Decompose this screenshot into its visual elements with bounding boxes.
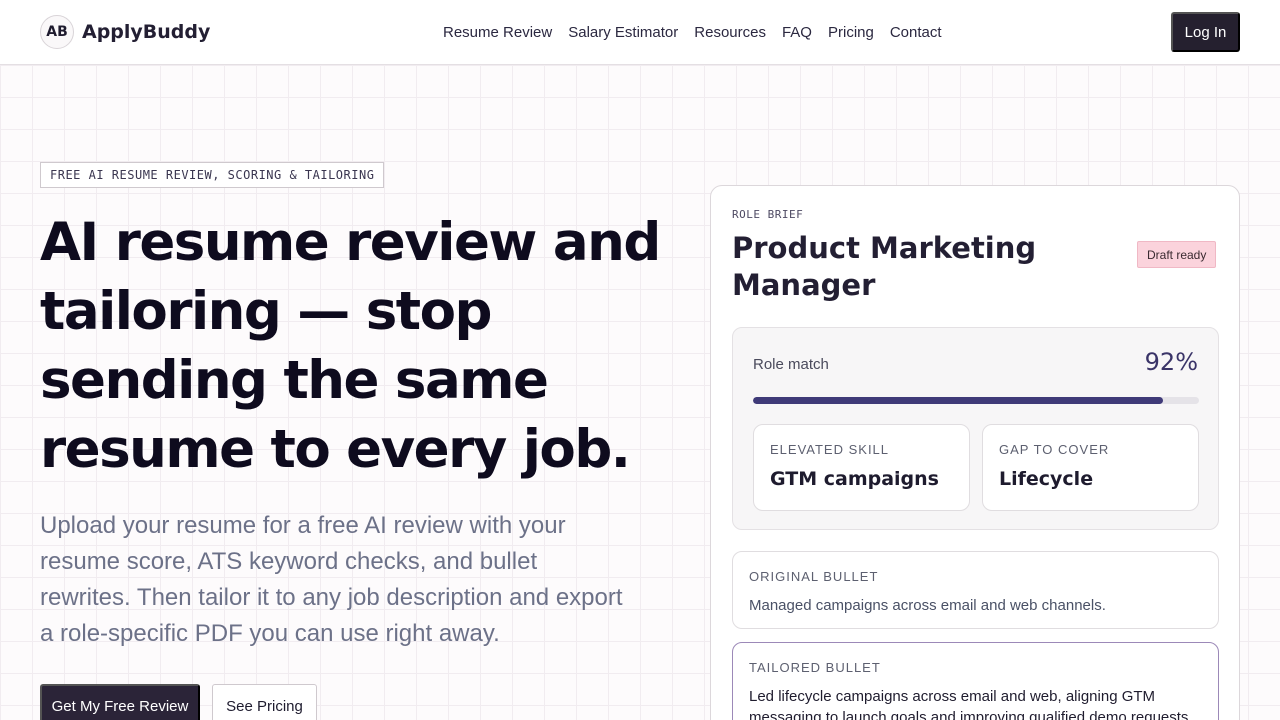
nav-link-faq[interactable]: FAQ	[782, 24, 812, 41]
hero-title: AI resume review and tailoring — stop se…	[40, 212, 661, 480]
gap-to-cover-label: GAP TO COVER	[999, 442, 1110, 457]
get-free-review-button[interactable]: Get My Free Review	[40, 684, 200, 720]
role-brief-label: ROLE BRIEF	[732, 208, 804, 221]
elevated-skill-value: GTM campaigns	[770, 468, 939, 490]
see-pricing-button[interactable]: See Pricing	[212, 684, 317, 720]
nav-link-salary-estimator[interactable]: Salary Estimator	[568, 24, 678, 41]
role-match-progress-fill	[753, 397, 1164, 404]
role-brief-card: ROLE BRIEF Product Marketing Manager Dra…	[710, 185, 1240, 720]
gap-to-cover-box: GAP TO COVER Lifecycle	[982, 424, 1199, 511]
tailored-bullet-text: Led lifecycle campaigns across email and…	[749, 688, 1189, 720]
original-bullet-text: Managed campaigns across email and web c…	[749, 597, 1106, 614]
top-navbar: AB ApplyBuddy Resume Review Salary Estim…	[0, 0, 1280, 65]
nav-link-contact[interactable]: Contact	[890, 24, 942, 41]
original-bullet-label: ORIGINAL BULLET	[749, 569, 879, 584]
hero-subtitle: Upload your resume for a free AI review …	[40, 512, 623, 647]
gap-to-cover-value: Lifecycle	[999, 468, 1094, 490]
nav-link-pricing[interactable]: Pricing	[828, 24, 874, 41]
brand-name: ApplyBuddy	[82, 21, 211, 43]
hero-eyebrow-tag: FREE AI RESUME REVIEW, SCORING & TAILORI…	[40, 162, 385, 188]
role-match-value: 92%	[1144, 348, 1198, 376]
elevated-skill-box: ELEVATED SKILL GTM campaigns	[753, 424, 970, 511]
role-match-progress	[753, 397, 1199, 404]
tailored-bullet-box: TAILORED BULLET Led lifecycle campaigns …	[732, 642, 1219, 720]
original-bullet-box: ORIGINAL BULLET Managed campaigns across…	[732, 551, 1219, 629]
role-match-label: Role match	[753, 356, 829, 373]
role-title: Product Marketing Manager	[732, 231, 1037, 302]
brand-mark-icon: AB	[40, 15, 74, 49]
nav-link-resume-review[interactable]: Resume Review	[443, 24, 552, 41]
login-button[interactable]: Log In	[1171, 12, 1240, 52]
tailored-bullet-label: TAILORED BULLET	[749, 660, 881, 675]
role-match-panel: Role match 92% ELEVATED SKILL GTM campai…	[732, 327, 1219, 530]
elevated-skill-label: ELEVATED SKILL	[770, 442, 890, 457]
draft-ready-badge: Draft ready	[1137, 241, 1217, 268]
main-nav: Resume Review Salary Estimator Resources…	[443, 0, 942, 64]
nav-link-resources[interactable]: Resources	[694, 24, 766, 41]
brand-logo[interactable]: AB ApplyBuddy	[40, 15, 210, 49]
